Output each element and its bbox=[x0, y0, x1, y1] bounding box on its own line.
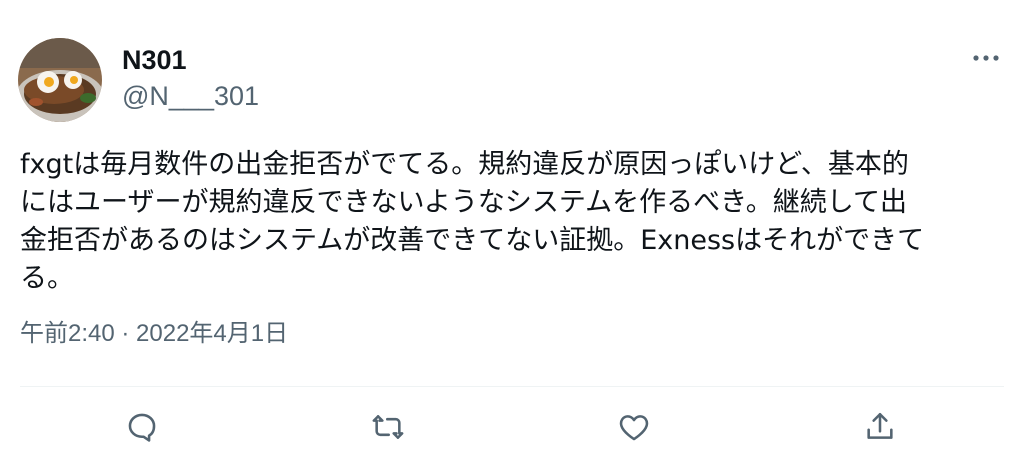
share-icon bbox=[867, 412, 893, 439]
reply-icon bbox=[128, 413, 156, 442]
share-button[interactable] bbox=[860, 407, 900, 447]
timestamp[interactable]: 午前2:40 · 2022年4月1日 bbox=[20, 318, 288, 350]
tweet-text: fxgtは毎月数件の出金拒否がでてる。規約違反が原因っぽいけど、基本的 にはユー… bbox=[20, 149, 925, 294]
user-handle[interactable]: @N___301 bbox=[122, 80, 259, 112]
reply-button[interactable] bbox=[122, 407, 162, 447]
divider bbox=[20, 386, 1004, 387]
like-button[interactable] bbox=[614, 407, 654, 447]
food-plate-avatar-icon bbox=[18, 38, 102, 122]
display-name[interactable]: N301 bbox=[122, 44, 187, 76]
retweet-button[interactable] bbox=[368, 407, 408, 447]
more-options-icon bbox=[973, 55, 999, 61]
heart-icon bbox=[619, 415, 649, 441]
more-options-button[interactable] bbox=[966, 44, 1006, 72]
avatar[interactable] bbox=[18, 38, 102, 122]
retweet-icon bbox=[372, 415, 404, 439]
